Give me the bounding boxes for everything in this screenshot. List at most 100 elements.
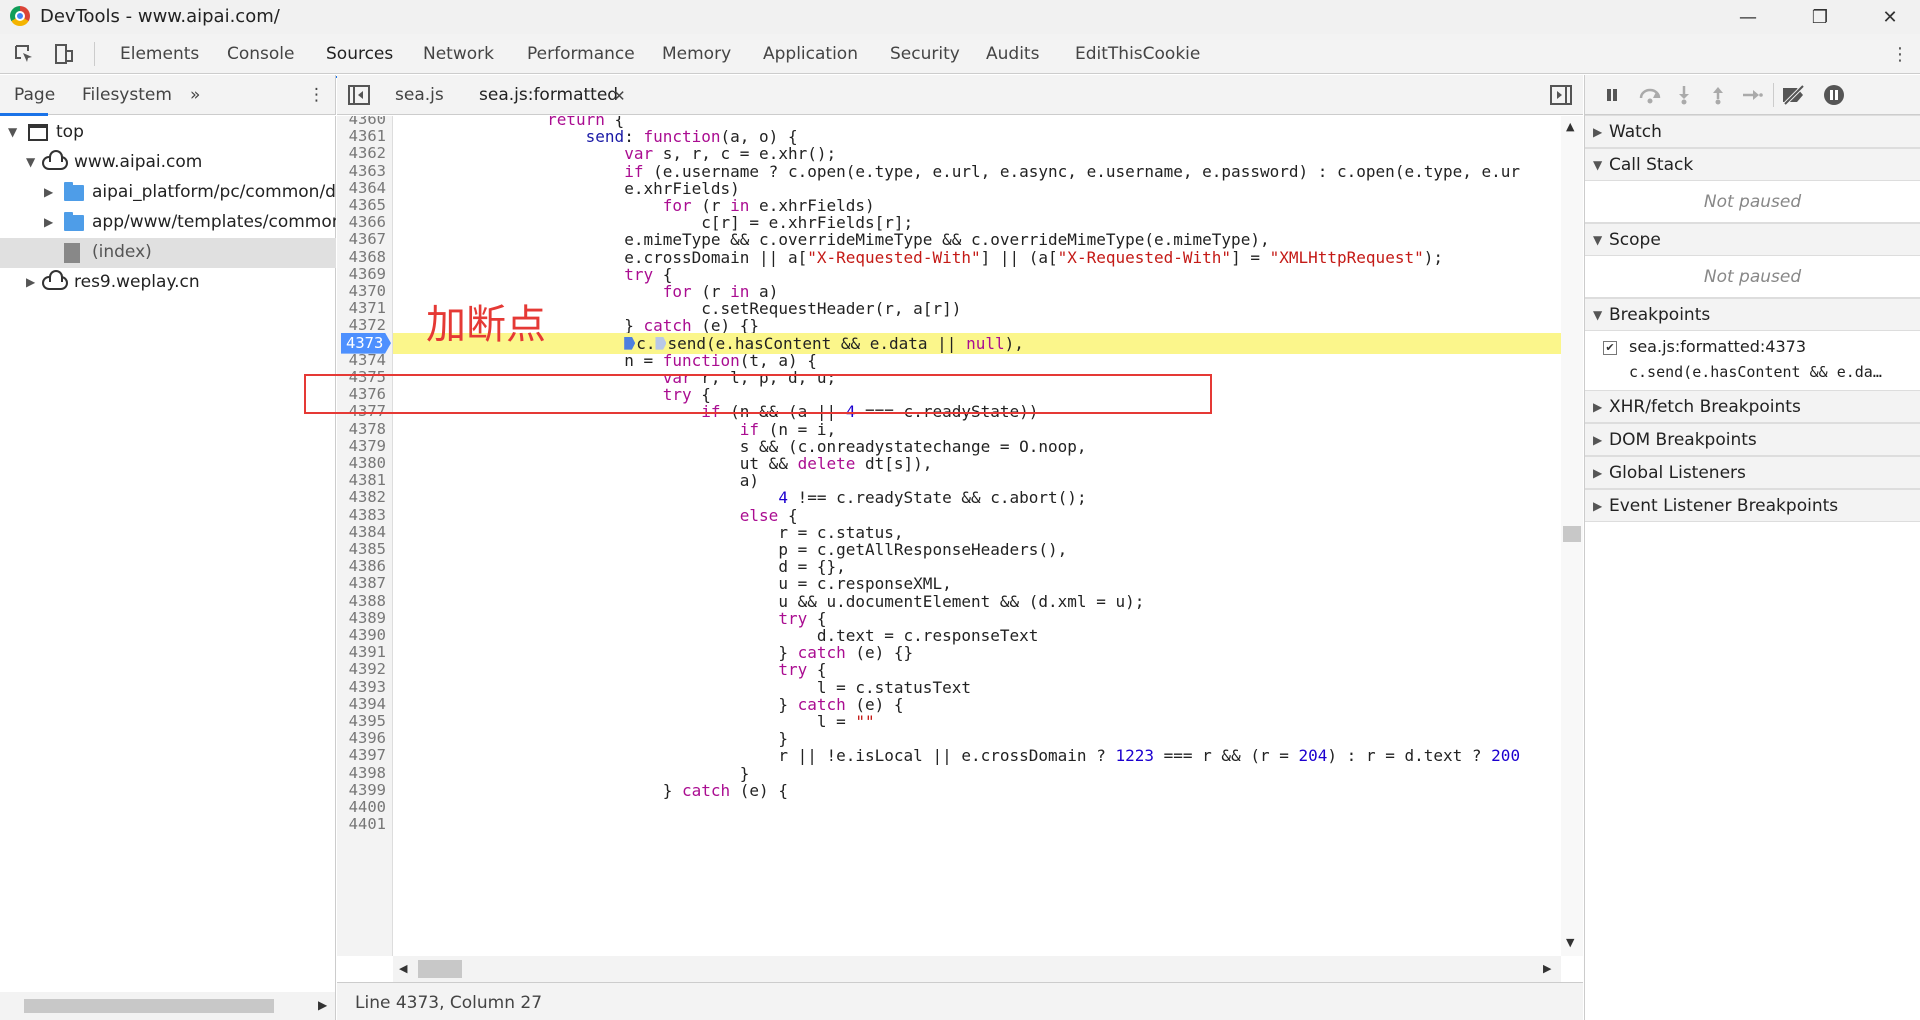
navigator-menu-icon[interactable]: ⋮ [308, 85, 325, 105]
toggle-navigator-icon[interactable] [347, 83, 371, 107]
annotation-label: 加断点 [426, 302, 546, 348]
window-title: DevTools - www.aipai.com/ [40, 6, 280, 27]
scrollbar-thumb[interactable] [24, 999, 274, 1013]
pause-on-exceptions-icon[interactable] [1821, 83, 1847, 107]
collapse-triangle-icon[interactable]: ▶ [1593, 433, 1602, 447]
navigator-scrollbar[interactable]: ▶ [0, 992, 336, 1020]
section-global-listeners[interactable]: ▶ Global Listeners [1585, 456, 1920, 489]
expand-triangle-icon[interactable]: ▼ [1593, 233, 1602, 247]
tab-network[interactable]: Network [423, 44, 494, 64]
scroll-right-icon[interactable]: ▶ [1543, 962, 1551, 975]
close-tab-icon[interactable]: ✕ [613, 87, 626, 105]
scroll-left-icon[interactable]: ◀ [399, 962, 407, 975]
collapse-triangle-icon[interactable]: ▶ [1593, 125, 1602, 139]
toolbar-divider [94, 42, 95, 66]
section-title: Watch [1609, 122, 1662, 142]
scrollbar-thumb[interactable] [1563, 526, 1581, 542]
tree-item-domain[interactable]: ▶ res9.weplay.cn [0, 268, 336, 298]
collapse-triangle-icon[interactable]: ▶ [1593, 400, 1602, 414]
expand-triangle-icon[interactable]: ▼ [26, 155, 35, 169]
section-xhr-breakpoints[interactable]: ▶ XHR/fetch Breakpoints [1585, 390, 1920, 423]
step-over-icon[interactable] [1637, 83, 1663, 107]
step-icon[interactable] [1739, 83, 1765, 107]
scroll-down-icon[interactable]: ▼ [1566, 936, 1574, 949]
tree-item-top[interactable]: ▼ top [0, 118, 336, 148]
section-breakpoints[interactable]: ▼ Breakpoints [1585, 298, 1920, 331]
breakpoint-checkbox[interactable]: ✔ [1603, 341, 1617, 355]
collapse-triangle-icon[interactable]: ▶ [1593, 499, 1602, 513]
collapse-triangle-icon[interactable]: ▶ [26, 275, 35, 289]
tab-performance[interactable]: Performance [527, 44, 635, 64]
section-call-stack[interactable]: ▼ Call Stack [1585, 148, 1920, 181]
tree-item-index[interactable]: (index) [0, 238, 336, 268]
cloud-icon [42, 270, 68, 290]
minimize-button[interactable]: — [1720, 0, 1776, 34]
collapse-triangle-icon[interactable]: ▶ [44, 215, 53, 229]
code-line[interactable] [393, 814, 1561, 835]
restore-button[interactable]: ❐ [1792, 0, 1848, 34]
section-event-listener-breakpoints[interactable]: ▶ Event Listener Breakpoints [1585, 489, 1920, 522]
tab-sea-js[interactable]: sea.js [395, 85, 444, 105]
breakpoint-location: sea.js:formatted:4373 [1629, 337, 1807, 356]
status-bar: Line 4373, Column 27 [337, 982, 1583, 1020]
call-stack-status: Not paused [1585, 181, 1920, 223]
tab-audits[interactable]: Audits [986, 44, 1039, 64]
tree-item-label: res9.weplay.cn [74, 272, 200, 292]
expand-triangle-icon[interactable]: ▼ [8, 125, 17, 139]
editor-vertical-scrollbar[interactable]: ▲ ▼ [1561, 116, 1583, 956]
inline-breakpoint-marker-icon[interactable] [655, 336, 667, 350]
more-tabs-icon[interactable]: » [190, 85, 200, 105]
folder-icon [64, 182, 84, 201]
breakpoint-marker-icon[interactable] [624, 336, 636, 350]
cloud-icon [42, 150, 68, 170]
tree-item-folder[interactable]: ▶ app/www/templates/common/ [0, 208, 336, 238]
tab-page[interactable]: Page [14, 85, 55, 105]
line-number[interactable]: 4401 [349, 814, 386, 835]
editor-horizontal-scrollbar[interactable]: ◀ ▶ [393, 956, 1561, 982]
section-watch[interactable]: ▶ Watch [1585, 115, 1920, 148]
section-title: Breakpoints [1609, 305, 1711, 325]
tree-item-label: aipai_platform/pc/common/dis [92, 182, 336, 202]
navigator-tabs: Page Filesystem » ⋮ [0, 75, 336, 115]
collapse-triangle-icon[interactable]: ▶ [44, 185, 53, 199]
scroll-up-icon[interactable]: ▲ [1566, 120, 1574, 133]
section-dom-breakpoints[interactable]: ▶ DOM Breakpoints [1585, 423, 1920, 456]
title-bar: DevTools - www.aipai.com/ — ❐ ✕ [0, 0, 1920, 34]
expand-triangle-icon[interactable]: ▼ [1593, 308, 1602, 322]
code-editor[interactable]: return { send: function(a, o) { var s, r… [393, 116, 1561, 956]
close-window-button[interactable]: ✕ [1862, 0, 1918, 34]
more-options-icon[interactable]: ⋮ [1888, 42, 1912, 66]
section-title: DOM Breakpoints [1609, 430, 1757, 450]
tab-editthiscookie[interactable]: EditThisCookie [1075, 44, 1200, 64]
pause-icon[interactable] [1599, 83, 1625, 107]
step-out-icon[interactable] [1705, 83, 1731, 107]
tab-sources[interactable]: Sources [319, 44, 400, 78]
collapse-triangle-icon[interactable]: ▶ [1593, 466, 1602, 480]
frame-icon [28, 124, 48, 141]
tree-item-folder[interactable]: ▶ aipai_platform/pc/common/dis [0, 178, 336, 208]
breakpoint-item[interactable]: ✔ sea.js:formatted:4373 c.send(e.hasCont… [1585, 331, 1920, 389]
tree-item-domain[interactable]: ▼ www.aipai.com [0, 148, 336, 178]
section-title: Global Listeners [1609, 463, 1746, 483]
tab-security[interactable]: Security [890, 44, 960, 64]
tab-sea-js-formatted[interactable]: sea.js:formatted [464, 85, 649, 119]
inspect-element-icon[interactable] [12, 42, 36, 66]
scroll-right-icon[interactable]: ▶ [318, 998, 327, 1012]
tab-memory[interactable]: Memory [662, 44, 731, 64]
step-into-icon[interactable] [1671, 83, 1697, 107]
tab-console[interactable]: Console [227, 44, 295, 64]
deactivate-breakpoints-icon[interactable] [1781, 83, 1807, 107]
toggle-debugger-icon[interactable] [1549, 83, 1573, 107]
tab-application[interactable]: Application [763, 44, 858, 64]
device-toolbar-icon[interactable] [52, 42, 76, 66]
scrollbar-thumb[interactable] [418, 960, 462, 978]
line-number-gutter[interactable]: 4360 4361 4362 4363 4364 4365 4366 4367 4368 4369… [337, 116, 393, 956]
toolbar-divider [1773, 83, 1774, 107]
expand-triangle-icon[interactable]: ▼ [1593, 158, 1602, 172]
section-scope[interactable]: ▼ Scope [1585, 223, 1920, 256]
folder-icon [64, 212, 84, 231]
tab-filesystem[interactable]: Filesystem [82, 85, 172, 105]
tree-item-label: top [56, 122, 84, 142]
tab-elements[interactable]: Elements [120, 44, 199, 64]
chrome-logo-icon [10, 6, 30, 26]
